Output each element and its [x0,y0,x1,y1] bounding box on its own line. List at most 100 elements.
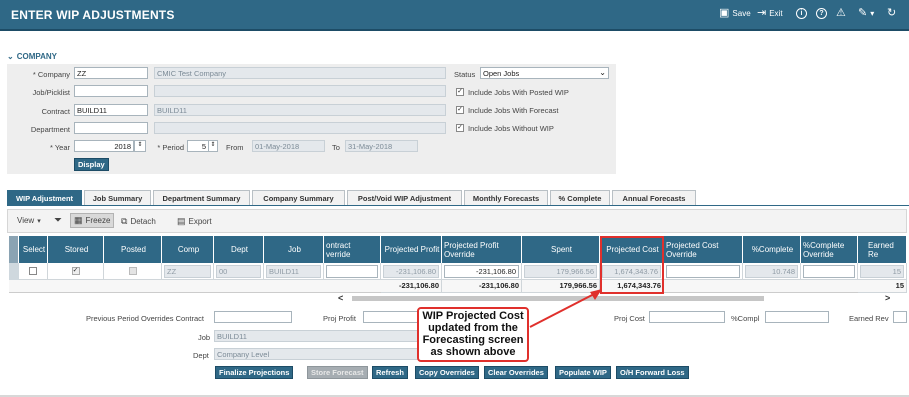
company-input[interactable]: ZZ [74,67,148,79]
finalize-projections-button[interactable]: Finalize Projections [215,366,294,379]
pct-compl-input[interactable] [765,311,829,323]
refresh-grid-button[interactable]: Refresh [372,366,408,379]
company-section-header[interactable]: ⌄ COMPANY [7,52,57,61]
col-dept[interactable]: Dept [214,236,264,263]
refresh-button[interactable]: ↻ [887,8,896,19]
edit-menu-button[interactable]: ✎ ▾ [858,8,874,19]
contract-input[interactable]: BUILD11 [74,104,148,116]
job-value-text: BUILD11 [269,266,299,276]
job-lower-label: Job [198,333,211,342]
job-input[interactable] [74,85,148,97]
freeze-button[interactable]: ▦ Freeze [70,213,115,228]
filter-button[interactable]: ⏷ [54,215,62,226]
status-select[interactable]: Open Jobs ⌄ [480,67,609,79]
save-icon: ▣ [719,7,730,19]
projected-cost-override-cell[interactable] [664,263,743,280]
include-forecast-checkbox[interactable]: ✓ [456,106,464,114]
tab-monthly-forecasts[interactable]: Monthly Forecasts [464,190,548,205]
tab-annual-forecasts[interactable]: Annual Forecasts [612,190,696,205]
projected-profit-override-input[interactable]: -231,106.80 [444,264,519,278]
tab-department-summary[interactable]: Department Summary [153,190,250,205]
select-cell[interactable] [19,263,48,280]
projected-cost-override-input[interactable] [666,264,740,278]
copy-overrides-button[interactable]: Copy Overrides [415,366,479,379]
stored-cell: ✓ [48,263,104,280]
scroll-left-icon[interactable]: < [338,293,343,303]
spent-cell: 179,966.56 [522,263,600,280]
period-input[interactable]: 5 [187,140,209,152]
scroll-right-icon[interactable]: > [885,293,890,303]
export-button[interactable]: ▤ Export [177,216,212,227]
display-button[interactable]: Display [74,158,109,171]
include-without-wip-label: Include Jobs Without WIP [468,124,554,133]
include-without-wip-checkbox[interactable]: ✓ [456,124,464,132]
prev-contract-input[interactable] [214,311,292,323]
save-button[interactable]: ▣ Save [719,8,751,19]
detach-button[interactable]: ⧉ Detach [121,216,156,227]
col-select[interactable]: Select [19,236,48,263]
store-forecast-button[interactable]: Store Forecast [307,366,368,379]
select-checkbox[interactable] [29,267,37,275]
col-earned-rev[interactable]: Earned Re [858,236,907,263]
tab-company-summary[interactable]: Company Summary [252,190,345,205]
col-contract-override[interactable]: ontract verride [324,236,381,263]
tab-wip-adjustment[interactable]: WIP Adjustment [7,190,82,205]
year-stepper[interactable]: ⇕ [134,140,146,152]
job-lower-field: BUILD11 [214,330,418,342]
contract-override-cell[interactable] [324,263,381,280]
earned-rev-input[interactable] [893,311,907,323]
tab-job-summary[interactable]: Job Summary [84,190,151,205]
proj-cost-input[interactable] [649,311,725,323]
to-date-field: 31-May-2018 [345,140,418,152]
row-selector[interactable] [9,263,19,280]
col-spent[interactable]: Spent [522,236,600,263]
horizontal-scrollbar[interactable]: < > [324,293,907,303]
total-projected-profit: -231,106.80 [381,279,442,293]
populate-wip-button[interactable]: Populate WIP [555,366,611,379]
projected-profit-override-cell[interactable]: -231,106.80 [442,263,522,280]
col-projected-cost-override[interactable]: Projected Cost Override [664,236,743,263]
earned-rev-cell: 15 [858,263,907,280]
col-posted[interactable]: Posted [104,236,162,263]
status-value: Open Jobs [483,69,520,78]
info-button[interactable]: i [796,8,807,19]
include-posted-label: Include Jobs With Posted WIP [468,88,569,97]
export-icon: ▤ [177,216,186,226]
include-forecast-label: Include Jobs With Forecast [468,106,559,115]
include-posted-checkbox[interactable]: ✓ [456,88,464,96]
pct-complete-override-cell[interactable] [801,263,858,280]
col-pct-complete[interactable]: %Complete [743,236,801,263]
app-header: ENTER WIP ADJUSTMENTS ▣ Save ⇥ Exit i ? … [0,0,909,31]
freeze-icon: ▦ [74,215,83,225]
year-input[interactable]: 2018 [74,140,134,152]
dept-cell: 00 [214,263,264,280]
period-stepper[interactable]: ⇕ [208,140,218,152]
col-job[interactable]: Job [264,236,324,263]
tab-percent-complete[interactable]: % Complete [550,190,610,205]
oh-forward-loss-button[interactable]: O/H Forward Loss [616,366,689,379]
contract-override-input[interactable] [326,264,378,278]
department-input[interactable] [74,122,148,134]
department-label: Department [30,125,70,134]
page-title: ENTER WIP ADJUSTMENTS [11,8,175,22]
col-pct-complete-override[interactable]: %Complete Override [801,236,858,263]
export-label: Export [188,217,212,226]
exit-button[interactable]: ⇥ Exit [757,8,783,19]
pct-complete-override-input[interactable] [803,264,855,278]
help-button[interactable]: ? [816,8,827,19]
col-comp[interactable]: Comp [162,236,214,263]
view-menu[interactable]: View ▾ [17,216,41,225]
job-cell: BUILD11 [264,263,324,280]
proj-profit-input[interactable] [363,311,419,323]
detach-icon: ⧉ [121,216,128,226]
edit-icon: ✎ [858,7,868,19]
col-projected-profit-override[interactable]: Projected Profit Override [442,236,522,263]
tab-post-void-wip[interactable]: Post/Void WIP Adjustment [347,190,462,205]
col-projected-profit[interactable]: Projected Profit [381,236,442,263]
posted-checkbox [128,267,137,275]
alert-button[interactable]: ⚠ [836,8,846,19]
proj-profit-label: Proj Profit [323,314,356,323]
col-stored[interactable]: Stored [48,236,104,263]
pct-compl-label: %Compl [731,314,760,323]
clear-overrides-button[interactable]: Clear Overrides [484,366,548,379]
